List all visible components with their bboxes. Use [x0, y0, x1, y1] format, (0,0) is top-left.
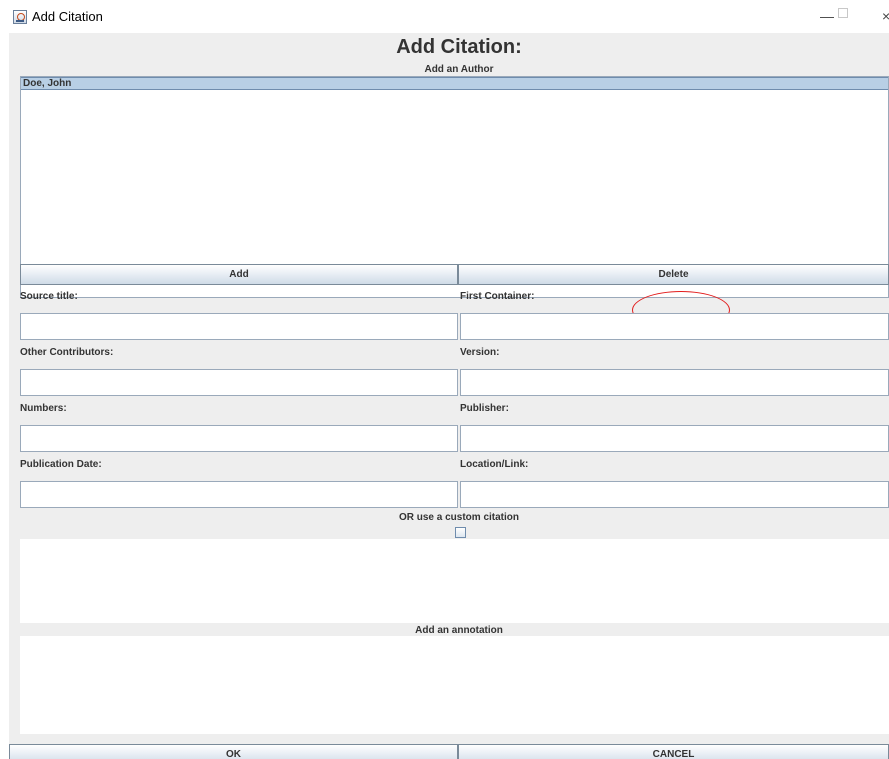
numbers-label: Numbers:	[20, 403, 67, 414]
first-container-label: First Container:	[460, 291, 535, 302]
source-title-input[interactable]	[20, 313, 458, 340]
version-input[interactable]	[460, 369, 889, 396]
java-app-icon	[13, 10, 27, 24]
dialog-content: Add Citation: Add an Author Doe, John Ad…	[9, 33, 889, 759]
title-bar: Add Citation — ×	[0, 0, 889, 33]
list-item[interactable]: Doe, John	[21, 77, 888, 90]
other-contributors-input[interactable]	[20, 369, 458, 396]
add-author-button[interactable]: Add	[20, 264, 458, 285]
numbers-input[interactable]	[20, 425, 458, 452]
custom-citation-textarea[interactable]	[20, 539, 889, 623]
cancel-button[interactable]: CANCEL	[458, 744, 889, 759]
publisher-label: Publisher:	[460, 403, 509, 414]
annotation-label: Add an annotation	[415, 625, 503, 636]
dialog-heading: Add Citation:	[396, 36, 522, 58]
author-section-label: Add an Author	[424, 64, 494, 75]
delete-author-button[interactable]: Delete	[458, 264, 889, 285]
version-label: Version:	[460, 347, 500, 358]
minimize-icon[interactable]: —	[820, 8, 834, 24]
location-link-label: Location/Link:	[460, 459, 529, 470]
other-contributors-label: Other Contributors:	[20, 347, 114, 358]
maximize-icon[interactable]	[838, 8, 848, 18]
custom-citation-label: OR use a custom citation	[398, 512, 520, 523]
ok-button[interactable]: OK	[9, 744, 458, 759]
location-link-input[interactable]	[460, 481, 889, 508]
first-container-input[interactable]	[460, 313, 889, 340]
publication-date-input[interactable]	[20, 481, 458, 508]
source-title-label: Source title:	[20, 291, 78, 302]
close-icon[interactable]: ×	[882, 8, 889, 24]
custom-citation-checkbox[interactable]	[455, 527, 466, 538]
annotation-textarea[interactable]	[20, 636, 889, 734]
publication-date-label: Publication Date:	[20, 459, 102, 470]
publisher-input[interactable]	[460, 425, 889, 452]
window-title: Add Citation	[32, 9, 103, 24]
